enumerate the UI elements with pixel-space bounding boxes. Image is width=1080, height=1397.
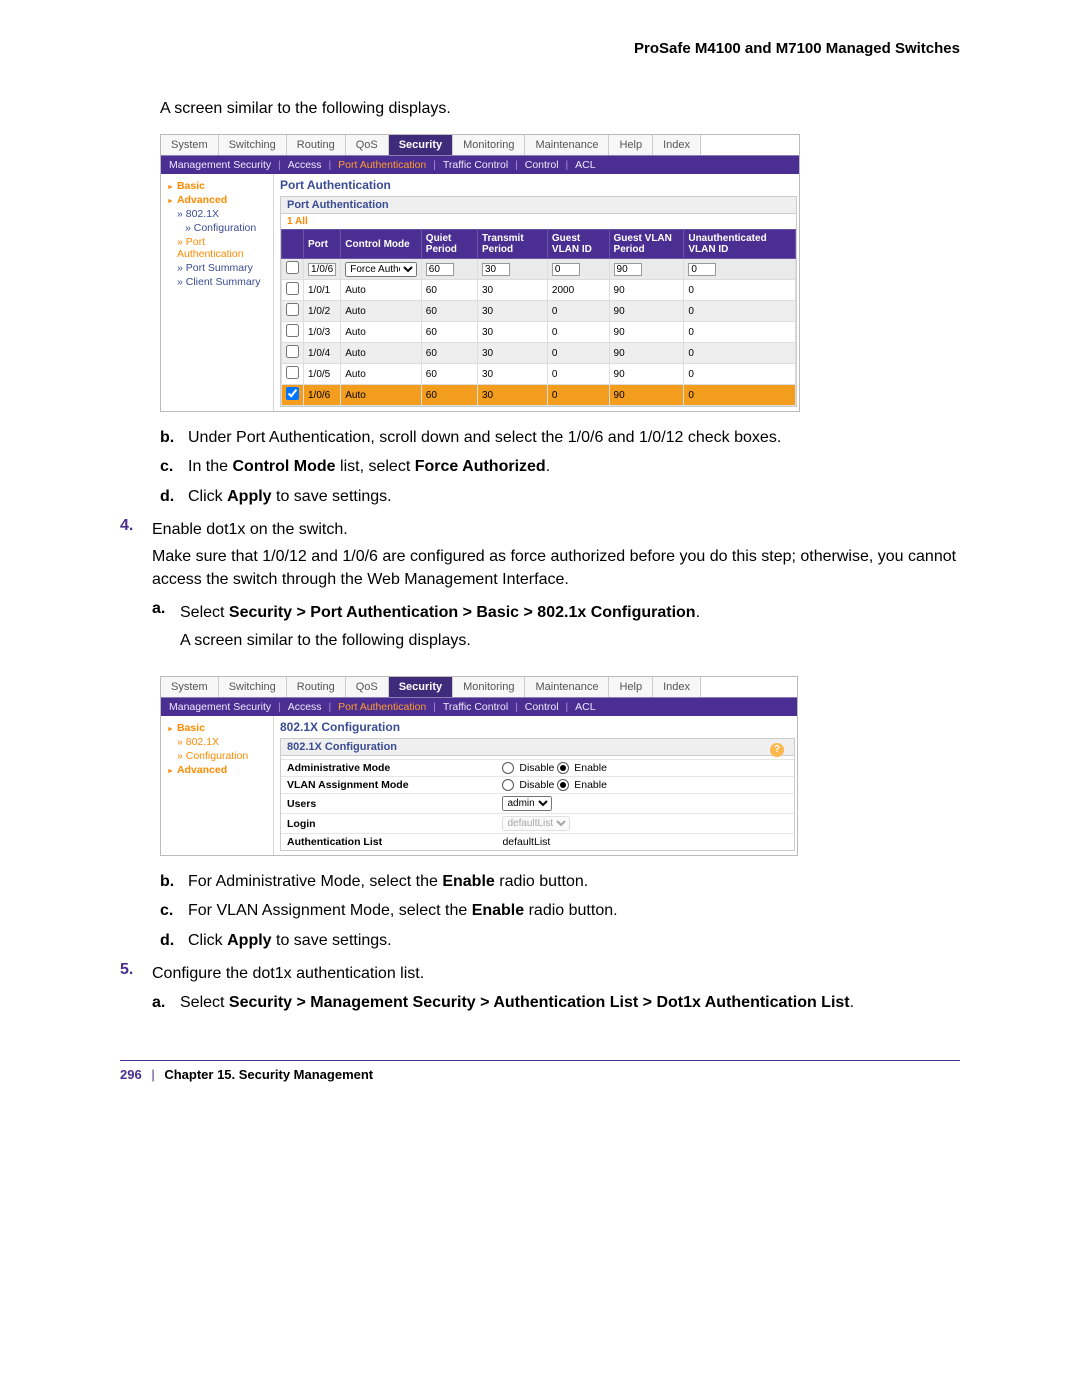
table-entry-row[interactable]: 1/0/6Force Authorized60300900 (282, 259, 796, 280)
side-item-configuration[interactable]: » Configuration (185, 222, 267, 234)
panel-title-2: 802.1X Configuration (280, 720, 795, 734)
select-users[interactable]: admin (502, 796, 552, 811)
tab-security[interactable]: Security (389, 677, 453, 697)
table-row[interactable]: 1/0/3Auto60300900 (282, 322, 796, 343)
tab-switching[interactable]: Switching (219, 135, 287, 155)
side-advanced[interactable]: Advanced (167, 194, 267, 206)
radio-disable[interactable] (502, 779, 514, 791)
col-guest-vlan-period: Guest VLAN Period (609, 230, 684, 259)
entry-checkbox[interactable] (286, 261, 299, 274)
radio-enable[interactable] (557, 779, 569, 791)
control-mode-select[interactable]: Force Authorized (345, 262, 417, 277)
col-check (282, 230, 304, 259)
panel-head: Port Authentication (281, 197, 796, 214)
page-footer: 296 | Chapter 15. Security Management (120, 1067, 960, 1082)
col-quiet-period: Quiet Period (421, 230, 477, 259)
subnav-access[interactable]: Access (288, 159, 322, 171)
step4-title: Enable dot1x on the switch. (152, 518, 960, 541)
step4-note: Make sure that 1/0/12 and 1/0/6 are conf… (152, 545, 960, 591)
config-table: Administrative Mode Disable EnableVLAN A… (281, 759, 794, 850)
tab-system[interactable]: System (161, 677, 219, 697)
table-row[interactable]: 1/0/5Auto60300900 (282, 364, 796, 385)
table-row[interactable]: 1/0/4Auto60300900 (282, 343, 796, 364)
filter-row[interactable]: 1 All (281, 214, 796, 229)
help-icon[interactable]: ? (770, 743, 784, 757)
footer-rule (120, 1060, 960, 1061)
tab-monitoring[interactable]: Monitoring (453, 135, 525, 155)
side-basic[interactable]: Basic (167, 180, 267, 192)
config-row-vlan-assignment-mode: VLAN Assignment Mode Disable Enable (281, 776, 794, 793)
subnav-management-security[interactable]: Management Security (169, 701, 271, 713)
col-port: Port (304, 230, 341, 259)
side-basic[interactable]: Basic (167, 722, 267, 734)
tab-qos[interactable]: QoS (346, 677, 389, 697)
table-row[interactable]: 1/0/6Auto60300900 (282, 385, 796, 406)
tab-monitoring[interactable]: Monitoring (453, 677, 525, 697)
tab-help[interactable]: Help (609, 677, 653, 697)
panel-title: Port Authentication (280, 178, 797, 192)
subnav-traffic-control[interactable]: Traffic Control (443, 159, 508, 171)
side-item-client-summary[interactable]: » Client Summary (177, 276, 267, 288)
col-control-mode: Control Mode (341, 230, 422, 259)
col-unauthenticated-vlan-id: Unauthenticated VLAN ID (684, 230, 796, 259)
radio-enable[interactable] (557, 762, 569, 774)
step-c-marker: c. (160, 455, 188, 478)
step5-title: Configure the dot1x authentication list. (152, 962, 960, 985)
subnav-access[interactable]: Access (288, 701, 322, 713)
screenshot-8021x-config: SystemSwitchingRoutingQoSSecurityMonitor… (160, 676, 798, 856)
tab-routing[interactable]: Routing (287, 135, 346, 155)
col-transmit-period: Transmit Period (477, 230, 547, 259)
radio-disable[interactable] (502, 762, 514, 774)
side-advanced[interactable]: Advanced (167, 764, 267, 776)
tab-maintenance[interactable]: Maintenance (525, 677, 609, 697)
tab-qos[interactable]: QoS (346, 135, 389, 155)
subnav-port-authentication[interactable]: Port Authentication (338, 701, 426, 713)
tab-index[interactable]: Index (653, 677, 701, 697)
config-row-users: Usersadmin (281, 794, 794, 814)
step4-marker: 4. (120, 514, 152, 662)
tab-maintenance[interactable]: Maintenance (525, 135, 609, 155)
tab-help[interactable]: Help (609, 135, 653, 155)
subnav-control[interactable]: Control (525, 701, 559, 713)
side-item-802-1x[interactable]: » 802.1X (177, 208, 267, 220)
doc-title: ProSafe M4100 and M7100 Managed Switches (120, 40, 960, 57)
row-checkbox[interactable] (286, 345, 299, 358)
row-checkbox[interactable] (286, 387, 299, 400)
row-checkbox[interactable] (286, 366, 299, 379)
intro-text: A screen similar to the following displa… (160, 97, 960, 120)
step5-marker: 5. (120, 958, 152, 1020)
config-row-login: LogindefaultList (281, 814, 794, 834)
subnav-control[interactable]: Control (525, 159, 559, 171)
config-row-authentication-list: Authentication ListdefaultList (281, 834, 794, 851)
tab-system[interactable]: System (161, 135, 219, 155)
screenshot-port-auth: SystemSwitchingRoutingQoSSecurityMonitor… (160, 134, 800, 412)
step4a-marker: a. (152, 597, 180, 655)
tab-routing[interactable]: Routing (287, 677, 346, 697)
panel-head-2: 802.1X Configuration ? (281, 739, 794, 756)
table-row[interactable]: 1/0/2Auto60300900 (282, 301, 796, 322)
col-guest-vlan-id: Guest VLAN ID (547, 230, 609, 259)
tab-security[interactable]: Security (389, 135, 453, 155)
tab-switching[interactable]: Switching (219, 677, 287, 697)
subnav-acl[interactable]: ACL (575, 701, 595, 713)
side-item-configuration[interactable]: » Configuration (177, 750, 267, 762)
step-d-marker: d. (160, 485, 188, 508)
subnav-acl[interactable]: ACL (575, 159, 595, 171)
side-item-port-authentication[interactable]: » Port Authentication (177, 236, 267, 260)
config-row-administrative-mode: Administrative Mode Disable Enable (281, 759, 794, 776)
tab-index[interactable]: Index (653, 135, 701, 155)
select-login[interactable]: defaultList (502, 816, 570, 831)
side-item-port-summary[interactable]: » Port Summary (177, 262, 267, 274)
table-row[interactable]: 1/0/1Auto60302000900 (282, 280, 796, 301)
port-auth-table: PortControl ModeQuiet PeriodTransmit Per… (281, 229, 796, 406)
row-checkbox[interactable] (286, 303, 299, 316)
subnav-traffic-control[interactable]: Traffic Control (443, 701, 508, 713)
step-b-text: Under Port Authentication, scroll down a… (188, 429, 781, 446)
step-b-marker: b. (160, 426, 188, 449)
subnav-port-authentication[interactable]: Port Authentication (338, 159, 426, 171)
side-item-802-1x[interactable]: » 802.1X (177, 736, 267, 748)
subnav-management-security[interactable]: Management Security (169, 159, 271, 171)
row-checkbox[interactable] (286, 282, 299, 295)
row-checkbox[interactable] (286, 324, 299, 337)
